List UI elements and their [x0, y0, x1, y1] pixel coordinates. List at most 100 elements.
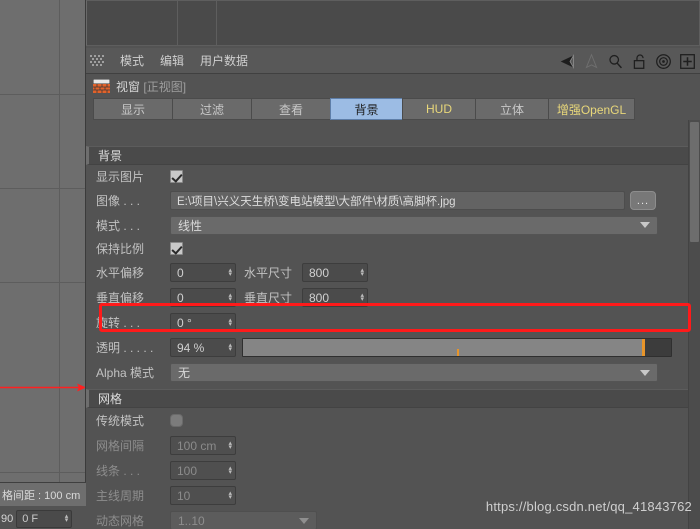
tab-hud[interactable]: HUD	[402, 98, 475, 120]
target-icon[interactable]	[655, 53, 672, 70]
mode-label: 模式 . . .	[96, 218, 141, 233]
row-alpha-mode: Alpha 模式 无	[86, 360, 688, 385]
keep-ratio-checkbox[interactable]	[170, 242, 183, 255]
tab-background[interactable]: 背景	[330, 98, 402, 120]
current-frame-field[interactable]: 0 F ▴ ▾	[16, 509, 73, 528]
stepper-icon[interactable]: ▴ ▾	[228, 267, 232, 278]
row-mode[interactable]: 模式 . . . 线性	[86, 213, 688, 237]
transparency-input[interactable]: 94 % ▴ ▾	[170, 338, 236, 357]
viewport-brick-icon	[93, 79, 110, 93]
object-subtitle-text: [正视图]	[143, 79, 187, 94]
dynamic-grid-select[interactable]: 1..10	[170, 511, 317, 529]
top-toolbar-panel	[86, 0, 700, 46]
show-image-checkbox[interactable]	[170, 170, 183, 183]
stepper-icon[interactable]: ▴ ▾	[360, 292, 364, 303]
major-period-label: 主线周期	[96, 489, 145, 503]
row-show-image[interactable]: 显示图片	[86, 165, 688, 188]
grid-line-horizontal	[0, 94, 85, 95]
h-offset-value: 0	[177, 265, 184, 280]
image-path-input[interactable]: E:\项目\兴义天生桥\变电站模型\大部件\材质\高脚杯.jpg	[170, 191, 625, 210]
search-icon[interactable]	[607, 53, 624, 70]
row-keep-ratio[interactable]: 保持比例	[86, 237, 688, 260]
tab-filter[interactable]: 过滤	[172, 98, 251, 120]
stepper-icon[interactable]: ▴ ▾	[65, 513, 69, 524]
alpha-mode-select[interactable]: 无	[170, 363, 658, 382]
current-frame-value: 0 F	[22, 512, 39, 525]
panel-divider	[216, 1, 217, 45]
tab-view[interactable]: 查看	[251, 98, 330, 120]
menu-item-userdata[interactable]: 用户数据	[192, 52, 256, 69]
chevron-down-icon	[640, 222, 650, 228]
attribute-manager: 模式 编辑 用户数据 视窗 [正视图] 显示 过滤 查看 背景 HUD 立体 增…	[86, 48, 700, 529]
h-size-input[interactable]: 800 ▴ ▾	[302, 263, 368, 282]
scrollbar-thumb[interactable]	[690, 122, 699, 242]
legacy-mode-checkbox[interactable]	[170, 414, 183, 427]
attribute-tab-bar: 显示 过滤 查看 背景 HUD 立体 增强OpenGL	[86, 98, 700, 120]
lines-input[interactable]: 100 ▴ ▾	[170, 461, 236, 480]
v-offset-value: 0	[177, 290, 184, 305]
grip-dots-icon[interactable]	[90, 54, 106, 67]
row-image-path[interactable]: 图像 . . . E:\项目\兴义天生桥\变电站模型\大部件\材质\高脚杯.jp…	[86, 188, 688, 213]
menu-item-edit[interactable]: 编辑	[152, 52, 192, 69]
v-size-input[interactable]: 800 ▴ ▾	[302, 288, 368, 307]
chevron-down-icon	[640, 369, 650, 376]
plus-box-icon[interactable]	[679, 53, 696, 70]
grid-line-horizontal	[0, 188, 85, 189]
slider-fill	[243, 339, 646, 356]
rotation-label: 旋转 . . .	[96, 316, 141, 330]
transparency-label: 透明 . . . . .	[96, 341, 154, 355]
slider-handle[interactable]	[642, 339, 646, 356]
group-header-background[interactable]: 背景	[86, 146, 688, 165]
object-name-text: 视窗	[116, 79, 141, 94]
row-transparency: 透明 . . . . . 94 % ▴ ▾	[86, 335, 688, 360]
viewport-status-bar: 格间距 : 100 cm	[0, 482, 86, 506]
tab-enhanced-opengl[interactable]: 增强OpenGL	[548, 98, 635, 120]
major-period-input[interactable]: 10 ▴ ▾	[170, 486, 236, 505]
show-image-label: 显示图片	[96, 170, 145, 184]
viewport-status-text: 格间距 : 100 cm	[2, 489, 81, 502]
cone-up-outline-icon[interactable]	[583, 52, 600, 70]
stepper-icon[interactable]: ▴ ▾	[228, 292, 232, 303]
row-lines: 线条 . . . 100 ▴ ▾	[86, 458, 688, 483]
lock-open-icon[interactable]	[631, 53, 648, 70]
transparency-value: 94 %	[177, 340, 205, 355]
viewport-editor[interactable]	[0, 0, 86, 494]
red-annotation-arrow	[0, 383, 85, 392]
cone-left-filled-icon[interactable]	[559, 53, 576, 70]
h-offset-label: 水平偏移	[96, 266, 145, 280]
menu-item-mode[interactable]: 模式	[112, 52, 152, 69]
tab-stereo[interactable]: 立体	[475, 98, 548, 120]
group-header-grid[interactable]: 网格	[86, 389, 688, 408]
grid-spacing-input[interactable]: 100 cm ▴ ▾	[170, 436, 236, 455]
grid-spacing-value: 100 cm	[177, 438, 217, 453]
stepper-icon[interactable]: ▴ ▾	[360, 267, 364, 278]
grid-spacing-label: 网格间隔	[96, 439, 145, 453]
stepper-icon[interactable]: ▴ ▾	[228, 440, 232, 451]
timeline-bar[interactable]: 90 0 F ▴ ▾	[0, 508, 86, 529]
v-offset-input[interactable]: 0 ▴ ▾	[170, 288, 236, 307]
v-offset-label: 垂直偏移	[96, 291, 145, 305]
attribute-menubar: 模式 编辑 用户数据	[86, 48, 700, 74]
attribute-scrollbar[interactable]	[688, 120, 700, 529]
grid-line-horizontal	[0, 472, 85, 473]
stepper-icon[interactable]: ▴ ▾	[228, 317, 232, 328]
v-size-value: 800	[309, 290, 330, 305]
chevron-down-icon	[299, 517, 309, 524]
alpha-mode-label: Alpha 模式	[96, 366, 155, 380]
h-offset-input[interactable]: 0 ▴ ▾	[170, 263, 236, 282]
watermark-text: https://blog.csdn.net/qq_41843762	[485, 499, 692, 514]
stepper-icon[interactable]: ▴ ▾	[228, 342, 232, 353]
h-size-label: 水平尺寸	[244, 266, 293, 280]
lines-label: 线条 . . .	[96, 464, 141, 478]
rotation-input[interactable]: 0 ° ▴ ▾	[170, 313, 236, 332]
transparency-slider[interactable]	[242, 338, 672, 357]
browse-button[interactable]: ...	[630, 191, 656, 210]
rotation-value: 0 °	[177, 315, 192, 330]
row-rotation: 旋转 . . . 0 ° ▴ ▾	[86, 310, 688, 335]
tab-display[interactable]: 显示	[93, 98, 172, 120]
mode-select[interactable]: 线性	[170, 215, 658, 235]
stepper-icon[interactable]: ▴ ▾	[228, 465, 232, 476]
mode-select-value: 线性	[178, 218, 203, 233]
row-legacy-mode[interactable]: 传统模式	[86, 408, 688, 433]
stepper-icon[interactable]: ▴ ▾	[228, 490, 232, 501]
